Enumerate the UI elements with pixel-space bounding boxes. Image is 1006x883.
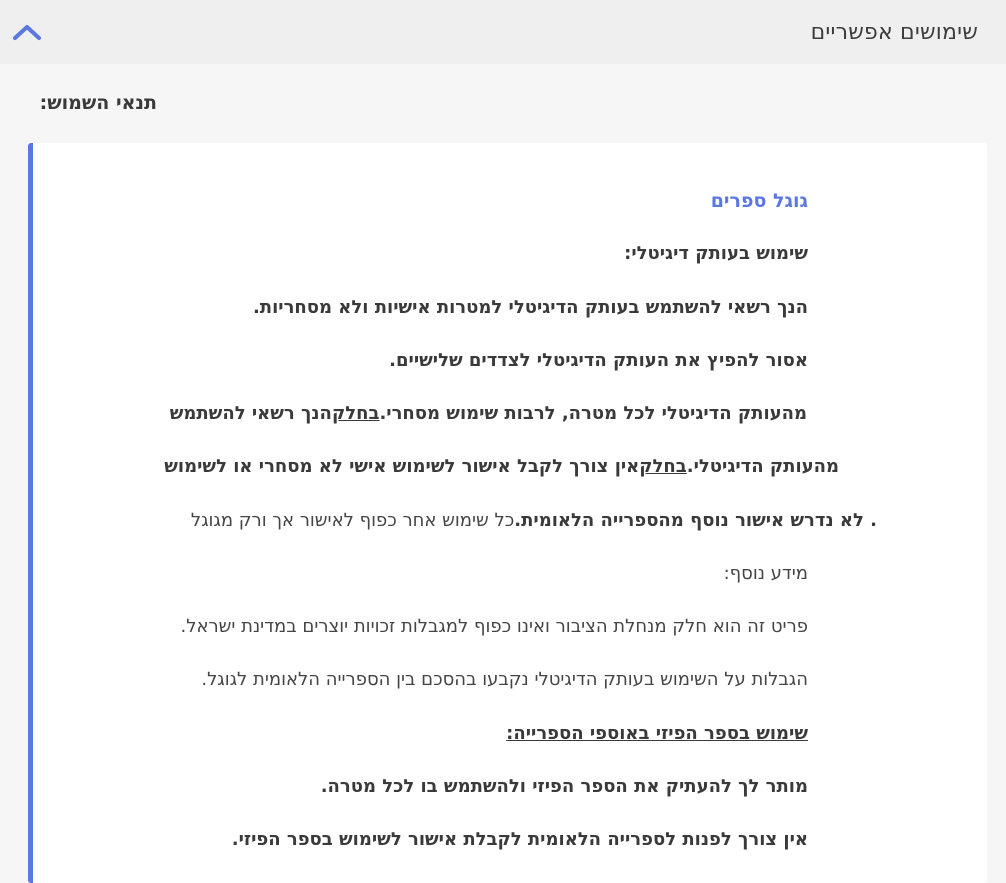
digital-line-3-b: הנך רשאי להשתמש <box>169 403 332 424</box>
digital-line-3: מהעותק הדיגיטלי לכל מטרה, לרבות שימוש מס… <box>170 402 807 426</box>
digital-use-heading: שימוש בעותק דיגיטלי: <box>624 243 808 264</box>
physical-line-2: אין צורך לפנות לספרייה הלאומית לקבלת איש… <box>231 829 808 850</box>
digital-line-2: אסור להפיץ את העותק הדיגיטלי לצדדים שליש… <box>389 350 808 371</box>
digital-line-4-a: מהעותק הדיגיטלי. <box>686 456 839 477</box>
digital-line-4-underline: בחלק <box>639 456 687 477</box>
digital-line-5-bold: . לא נדרש אישור נוסף מהספרייה הלאומית. <box>514 510 877 531</box>
more-info-label: מידע נוסף: <box>723 563 808 584</box>
digital-line-3-a: מהעותק הדיגיטלי לכל מטרה, לרבות שימוש מס… <box>379 403 807 424</box>
info-line-2: הגבלות על השימוש בעותק הדיגיטלי נקבעו בה… <box>201 669 808 690</box>
accordion-header[interactable]: שימושים אפשריים <box>0 0 1006 64</box>
digital-line-5-normal: כל שימוש אחר כפוף לאישור אך ורק מגוגל <box>190 510 515 531</box>
digital-line-4: מהעותק הדיגיטלי.בחלקאין צורך לקבל אישור … <box>164 455 839 479</box>
info-line-1: פריט זה הוא חלק מנחלת הציבור ואינו כפוף … <box>180 616 809 637</box>
physical-line-1: מותר לך להעתיק את הספר הפיזי ולהשתמש בו … <box>320 776 808 797</box>
accordion-title: שימושים אפשריים <box>810 19 978 45</box>
chevron-up-icon[interactable] <box>12 17 42 47</box>
digital-line-4-b: אין צורך לקבל אישור לשימוש אישי לא מסחרי… <box>164 456 640 477</box>
source-name: גוגל ספרים <box>710 190 808 212</box>
physical-use-heading: שימוש בספר הפיזי באוספי הספרייה: <box>506 723 808 744</box>
digital-line-3-underline: בחלק <box>331 403 380 424</box>
digital-line-5: . לא נדרש אישור נוסף מהספרייה הלאומית.כל… <box>191 509 877 533</box>
terms-card: גוגל ספרים שימוש בעותק דיגיטלי: הנך רשאי… <box>28 143 987 883</box>
digital-line-1: הנך רשאי להשתמש בעותק הדיגיטלי למטרות אי… <box>252 297 808 318</box>
terms-heading: תנאי השמוש: <box>39 92 157 114</box>
chevron-up-icon-svg <box>13 25 41 40</box>
